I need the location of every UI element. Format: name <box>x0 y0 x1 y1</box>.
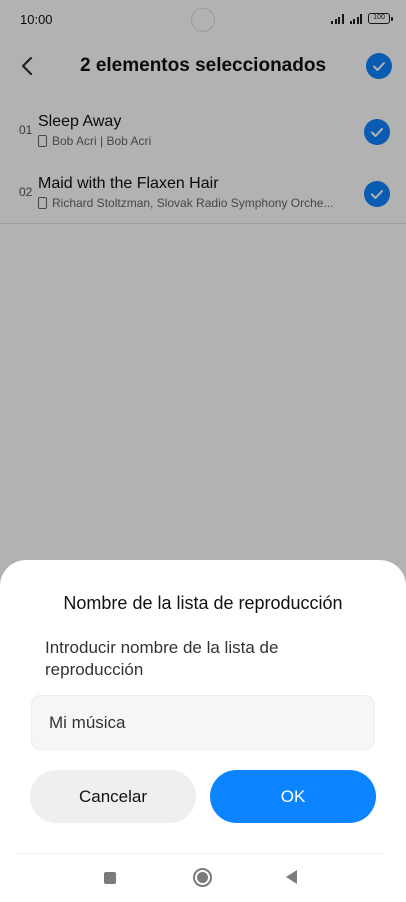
dialog-title: Nombre de la lista de reproducción <box>63 593 343 613</box>
back-icon[interactable] <box>286 870 297 884</box>
navigation-bar <box>0 856 406 902</box>
recent-apps-icon[interactable] <box>104 872 116 884</box>
home-icon[interactable] <box>193 868 212 887</box>
dialog-message: Introducir nombre de la lista de reprodu… <box>45 638 279 679</box>
ok-button[interactable]: OK <box>210 770 376 823</box>
playlist-name-input[interactable] <box>31 695 375 750</box>
playlist-name-dialog: Nombre de la lista de reproducción Intro… <box>0 560 406 902</box>
cancel-button[interactable]: Cancelar <box>30 770 196 823</box>
divider <box>16 853 384 854</box>
